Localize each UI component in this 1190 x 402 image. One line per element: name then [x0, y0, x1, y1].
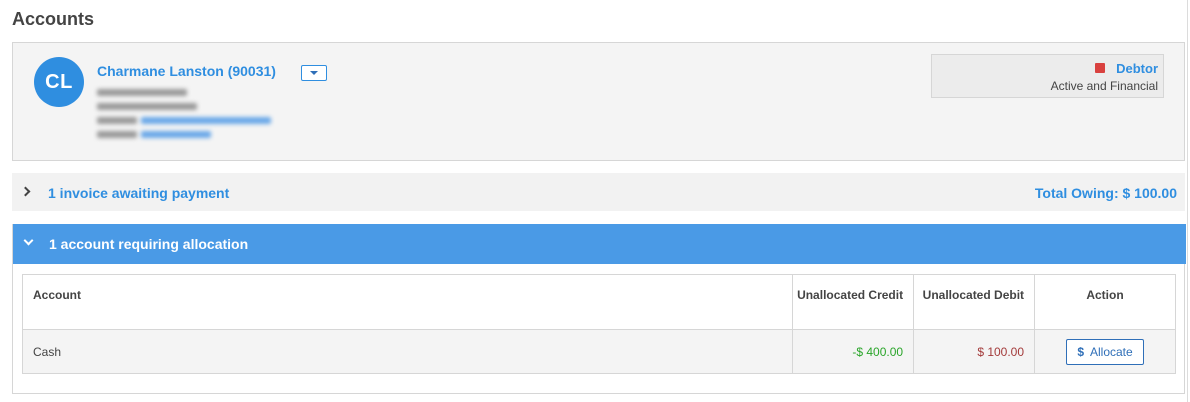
allocation-table: Account Unallocated Credit Unallocated D… [21, 274, 1176, 374]
page-title: Accounts [12, 9, 95, 29]
status-type-link[interactable]: Debtor [1116, 61, 1158, 76]
avatar: CL [34, 57, 84, 107]
member-options-dropdown[interactable] [301, 65, 327, 81]
member-name-link[interactable]: Charmane Lanston (90031) [97, 63, 276, 79]
invoice-section-header[interactable]: 1 invoice awaiting payment Total Owing: … [12, 173, 1185, 211]
chevron-right-icon [20, 186, 31, 197]
allocation-label: 1 account requiring allocation [49, 236, 249, 252]
column-header-account: Account [21, 274, 794, 330]
column-header-action: Action [1034, 274, 1176, 330]
action-cell: $ Allocate [1034, 329, 1176, 374]
redacted-contact-details [97, 87, 287, 143]
unallocated-debit-cell: $ 100.00 [913, 329, 1036, 374]
chevron-down-icon [23, 235, 34, 246]
column-header-unallocated-debit: Unallocated Debit [913, 274, 1036, 330]
table-row: Cash -$ 400.00 $ 100.00 $ Allocate [21, 329, 1176, 374]
column-header-unallocated-credit: Unallocated Credit [792, 274, 915, 330]
page-right-border [1187, 0, 1188, 402]
allocate-button-label: Allocate [1090, 344, 1133, 359]
unallocated-credit-cell: -$ 400.00 [792, 329, 915, 374]
member-profile-card: CL Charmane Lanston (90031) Debtor Activ… [12, 42, 1185, 161]
allocation-section-header[interactable]: 1 account requiring allocation [13, 224, 1186, 264]
member-status-box: Debtor Active and Financial [931, 54, 1164, 98]
table-header-row: Account Unallocated Credit Unallocated D… [21, 274, 1176, 330]
caret-down-icon [310, 71, 318, 75]
total-owing: Total Owing: $ 100.00 [1034, 185, 1177, 201]
status-indicator-icon [1095, 63, 1105, 73]
allocate-button[interactable]: $ Allocate [1066, 338, 1144, 365]
dollar-icon: $ [1077, 344, 1084, 359]
invoice-awaiting-label[interactable]: 1 invoice awaiting payment [48, 185, 229, 201]
account-cell: Cash [21, 329, 794, 374]
allocation-panel: 1 account requiring allocation Account U… [12, 224, 1186, 394]
status-description: Active and Financial [1050, 79, 1158, 93]
